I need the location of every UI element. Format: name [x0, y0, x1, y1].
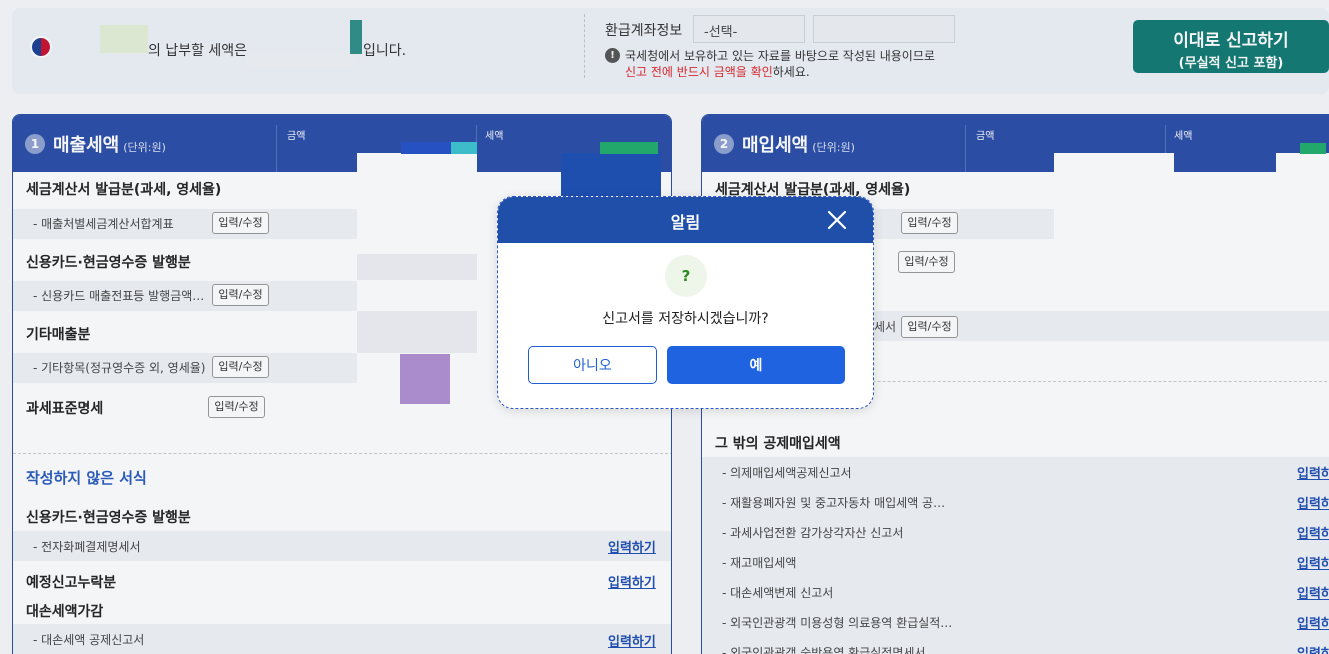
no-button[interactable]: 아니오 — [528, 346, 657, 384]
question-icon: ? — [665, 255, 707, 297]
confirm-dialog: 알림 ? 신고서를 저장하시겠습니까? 아니오 예 — [497, 196, 874, 409]
dialog-message: 신고서를 저장하시겠습니까? — [602, 311, 769, 327]
yes-button[interactable]: 예 — [667, 346, 845, 384]
close-icon[interactable] — [826, 209, 848, 231]
dialog-title: 알림 — [670, 213, 701, 232]
dialog-header: 알림 — [498, 197, 873, 243]
vat-return-page: 의 납부할 세액은 입니다. 환급계좌정보 -선택- ! 국세청에서 보유하고 … — [0, 0, 1329, 654]
